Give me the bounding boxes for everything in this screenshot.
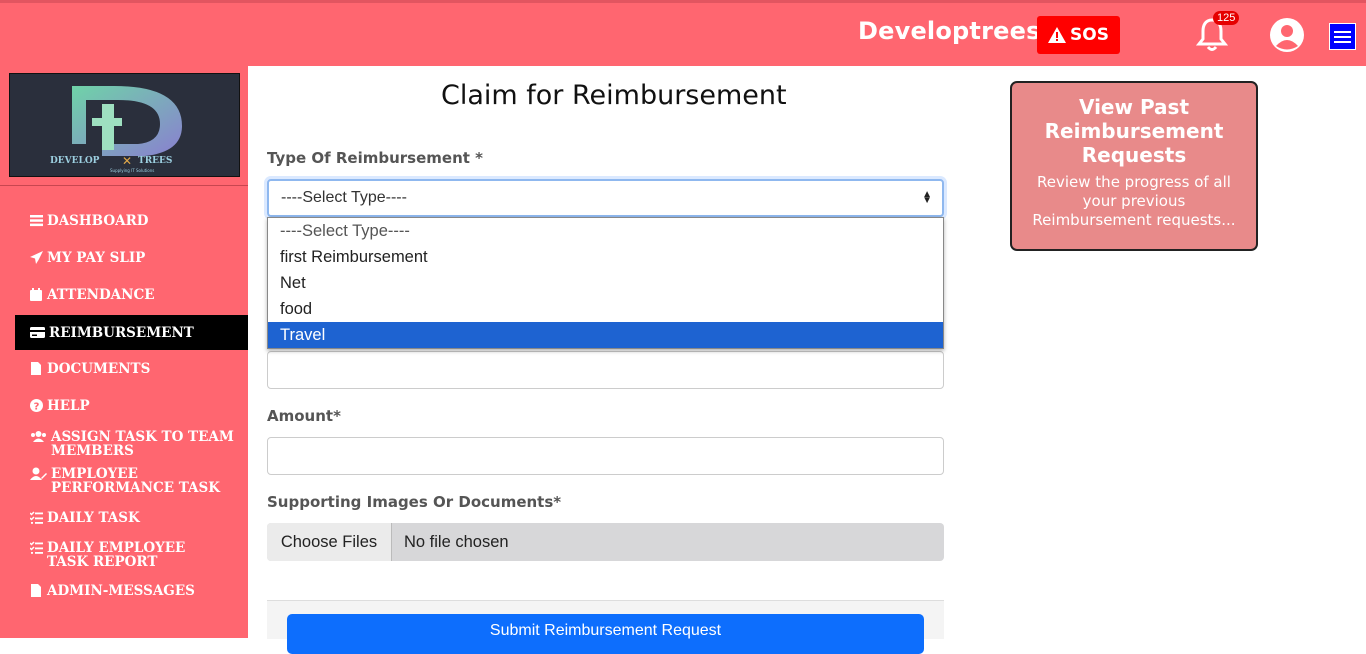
reimbursement-type-dropdown[interactable]: ----Select Type---- first Reimbursement …: [267, 217, 944, 349]
sidebar-item-label: DOCUMENTS: [47, 361, 151, 377]
sidebar-item-label: EMPLOYEE PERFORMANCE TASK: [51, 466, 220, 496]
sidebar-item-label: ASSIGN TASK TO TEAM MEMBERS: [51, 429, 234, 459]
svg-text:TREES: TREES: [138, 156, 172, 166]
calendar-icon: [30, 288, 42, 301]
sidebar-item-label: MY PAY SLIP: [47, 250, 146, 266]
dropdown-option[interactable]: Net: [268, 270, 943, 296]
warning-icon: [1048, 27, 1067, 43]
description-field[interactable]: [267, 351, 944, 389]
sidebar-item-attendance[interactable]: ATTENDANCE: [30, 288, 155, 302]
sidebar-item-label: DAILY TASK: [47, 510, 140, 526]
past-card-title: View Past Reimbursement Requests: [1044, 95, 1224, 167]
sidebar-item-admin-messages[interactable]: ADMIN-MESSAGES: [30, 584, 195, 598]
sidebar-item-daily-employee-task-report[interactable]: DAILY EMPLOYEE TASK REPORT: [30, 541, 230, 569]
question-circle-icon: ?: [30, 399, 43, 412]
supporting-documents-label: Supporting Images Or Documents*: [267, 493, 562, 511]
sidebar-item-label: REIMBURSEMENT: [49, 324, 194, 341]
user-avatar-icon[interactable]: [1269, 17, 1305, 53]
sidebar-item-label: ADMIN-MESSAGES: [47, 583, 195, 599]
users-icon: [31, 431, 46, 442]
paper-plane-icon: [30, 251, 43, 264]
svg-text:✕: ✕: [122, 154, 132, 168]
select-value: ----Select Type----: [281, 189, 407, 206]
sidebar-item-label: ATTENDANCE: [47, 287, 155, 303]
svg-text:Supplying IT Solutions: Supplying IT Solutions: [110, 168, 154, 173]
dropdown-option-highlighted[interactable]: Travel: [268, 322, 943, 348]
brand-name[interactable]: Developtrees: [858, 17, 1041, 45]
submit-reimbursement-button[interactable]: Submit Reimbursement Request: [287, 614, 924, 654]
amount-field[interactable]: [267, 437, 944, 475]
choose-files-button[interactable]: Choose Files: [267, 523, 392, 561]
sidebar-item-label: DAILY EMPLOYEE TASK REPORT: [47, 540, 186, 570]
sidebar-item-label: DASHBOARD: [47, 213, 149, 229]
file-icon: [31, 362, 41, 375]
file-icon: [31, 584, 41, 597]
user-edit-icon: [30, 467, 47, 480]
list-check-icon: [30, 511, 43, 524]
sidebar-item-help[interactable]: ? HELP: [30, 399, 90, 413]
file-upload-input[interactable]: Choose Files No file chosen: [267, 523, 944, 561]
svg-text:?: ?: [34, 402, 40, 413]
amount-label: Amount*: [267, 407, 341, 425]
type-of-reimbursement-select[interactable]: ----Select Type---- ▲ ▼: [267, 179, 944, 217]
sidebar-divider: [0, 185, 248, 186]
bars-icon: [30, 215, 43, 227]
list-check-icon: [30, 541, 43, 554]
sidebar-item-employee-performance[interactable]: EMPLOYEE PERFORMANCE TASK: [30, 467, 246, 495]
sidebar-item-daily-task[interactable]: DAILY TASK: [30, 511, 140, 525]
notification-badge: 125: [1213, 11, 1240, 25]
sidebar: DEVELOP TREES ✕ Supplying IT Solutions D…: [0, 66, 248, 638]
type-of-reimbursement-label: Type Of Reimbursement *: [267, 149, 483, 167]
credit-card-icon: [30, 327, 45, 338]
svg-text:DEVELOP: DEVELOP: [50, 156, 100, 166]
sidebar-item-my-pay-slip[interactable]: MY PAY SLIP: [30, 251, 145, 265]
dropdown-option[interactable]: first Reimbursement: [268, 244, 943, 270]
past-card-description: Review the progress of all your previous…: [1032, 173, 1236, 229]
company-logo[interactable]: DEVELOP TREES ✕ Supplying IT Solutions: [9, 73, 240, 177]
select-arrows-icon: ▲ ▼: [922, 189, 932, 206]
sidebar-item-documents[interactable]: DOCUMENTS: [30, 362, 150, 376]
file-status-text: No file chosen: [404, 532, 509, 551]
sidebar-item-assign-task[interactable]: ASSIGN TASK TO TEAM MEMBERS: [30, 430, 240, 458]
dropdown-option[interactable]: food: [268, 296, 943, 322]
view-past-requests-card[interactable]: View Past Reimbursement Requests Review …: [1010, 81, 1258, 251]
sidebar-item-dashboard[interactable]: DASHBOARD: [30, 214, 149, 228]
hamburger-menu-button[interactable]: [1329, 23, 1356, 50]
dropdown-option[interactable]: ----Select Type----: [268, 218, 943, 244]
page-title: Claim for Reimbursement: [441, 80, 787, 111]
sos-label: SOS: [1070, 25, 1109, 45]
top-navbar: Developtrees SOS 125: [0, 0, 1366, 66]
sidebar-item-reimbursement[interactable]: REIMBURSEMENT: [15, 315, 248, 350]
sidebar-item-label: HELP: [47, 398, 90, 414]
sos-button[interactable]: SOS: [1037, 16, 1120, 54]
